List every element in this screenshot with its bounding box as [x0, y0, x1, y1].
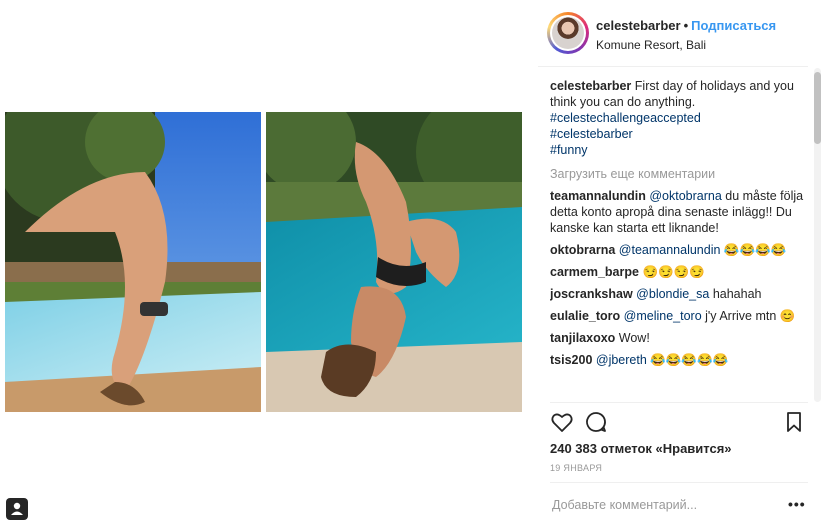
list-item: joscrankshaw @blondie_sa hahahah [550, 286, 808, 302]
divider [550, 482, 808, 483]
heart-icon[interactable] [550, 410, 574, 434]
user-tag-icon[interactable] [6, 498, 28, 520]
comments-list[interactable]: celestebarber First day of holidays and … [550, 78, 808, 400]
post-photo-left [5, 112, 261, 412]
post-media [0, 0, 538, 531]
comment-text: 😂😂😂😂 [720, 243, 787, 257]
comment-mention[interactable]: @oktobrarna [649, 189, 721, 203]
follow-button[interactable]: Подписаться [691, 18, 776, 33]
comment-username[interactable]: oktobrarna [550, 243, 615, 257]
person-icon [11, 502, 23, 515]
likes-count[interactable]: 240 383 отметок «Нравится» [550, 441, 732, 456]
yoga-pose-photo-1 [5, 112, 261, 412]
list-item: tanjilaxoxo Wow! [550, 330, 808, 346]
location-link[interactable]: Komune Resort, Bali [596, 38, 706, 52]
comment-text: Wow! [618, 331, 650, 345]
list-item: eulalie_toro @meline_toro j'y Arrive mtn… [550, 308, 808, 324]
post-actions [550, 408, 808, 436]
comment-mention[interactable]: @blondie_sa [636, 287, 709, 301]
comment-username[interactable]: teamannalundin [550, 189, 646, 203]
comment-username[interactable]: eulalie_toro [550, 309, 620, 323]
avatar[interactable] [547, 12, 589, 54]
comment-username[interactable]: tanjilaxoxo [550, 331, 615, 345]
avatar-image [550, 15, 586, 51]
header-user-line: celestebarber • Подписаться [596, 18, 776, 33]
comment-text: j'y Arrive mtn 😊 [701, 309, 796, 323]
comment-mention[interactable]: @meline_toro [624, 309, 702, 323]
comment-username[interactable]: joscrankshaw [550, 287, 633, 301]
hashtag-link[interactable]: #celestebarber [550, 126, 808, 142]
header-separator: • [683, 18, 689, 33]
bookmark-icon[interactable] [784, 410, 804, 434]
comment-text: 😂😂😂😂😂 [646, 353, 729, 367]
list-item: teamannalundin @oktobrarna du måste följ… [550, 188, 808, 236]
caption-username[interactable]: celestebarber [550, 79, 631, 93]
comment-text: hahahah [709, 287, 762, 301]
comment-username[interactable]: tsis200 [550, 353, 592, 367]
comment-bubble-icon[interactable] [584, 410, 608, 434]
post-photo-right [266, 112, 522, 412]
hashtag-link[interactable]: #celestechallengeaccepted [550, 110, 808, 126]
post-header: celestebarber • Подписаться Komune Resort,… [538, 0, 808, 67]
add-comment-input[interactable]: Добавьте комментарий... [552, 498, 697, 512]
scrollbar-thumb[interactable] [814, 72, 821, 144]
header-username[interactable]: celestebarber [596, 18, 681, 33]
comment-mention[interactable]: @teamannalundin [619, 243, 721, 257]
comment-username[interactable]: carmem_barpe [550, 265, 639, 279]
post-sidebar: celestebarber • Подписаться Komune Resort,… [538, 0, 825, 531]
yoga-pose-photo-2 [266, 112, 522, 412]
hashtag-link[interactable]: #funny [550, 142, 808, 158]
list-item: tsis200 @jbereth 😂😂😂😂😂 [550, 352, 808, 368]
comment-text: 😏😏😏😏 [642, 265, 705, 279]
comments-scrollbar[interactable] [814, 68, 821, 402]
comment-mention[interactable]: @jbereth [596, 353, 647, 367]
caption: celestebarber First day of holidays and … [550, 78, 808, 158]
divider [550, 402, 808, 403]
list-item: carmem_barpe 😏😏😏😏 [550, 264, 808, 280]
load-more-comments-button[interactable]: Загрузить еще комментарии [550, 166, 808, 182]
list-item: oktobrarna @teamannalundin 😂😂😂😂 [550, 242, 808, 258]
post-date: 19 ЯНВАРЯ [550, 463, 603, 473]
more-options-icon[interactable]: ••• [788, 496, 806, 512]
